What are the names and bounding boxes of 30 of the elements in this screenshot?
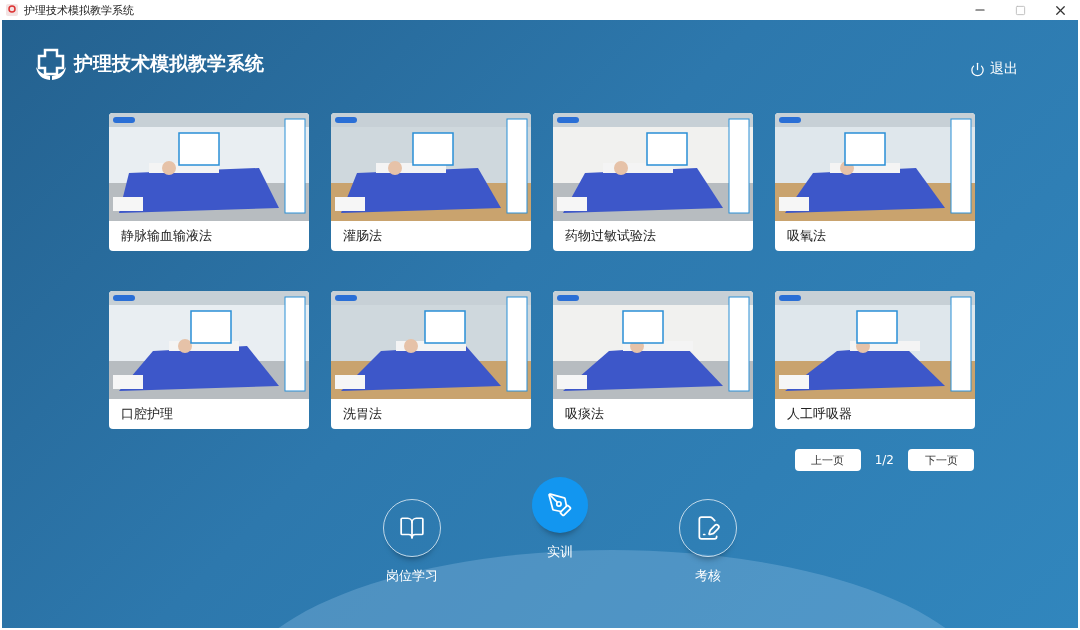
pen-nib-icon [547, 492, 573, 518]
card-title: 吸痰法 [564, 405, 605, 423]
app-icon [6, 4, 18, 16]
lesson-card[interactable]: 吸氧法 [775, 113, 975, 251]
window-title: 护理技术模拟教学系统 [24, 2, 135, 18]
lesson-card[interactable]: 洗胃法 [331, 291, 531, 429]
card-title: 灌肠法 [342, 227, 383, 245]
card-title: 口腔护理 [120, 405, 174, 423]
page-indicator: 1/2 [874, 453, 894, 467]
lesson-card[interactable]: 吸痰法 [553, 291, 753, 429]
lesson-card[interactable]: 静脉输血输液法 [109, 113, 309, 251]
lesson-card[interactable]: 灌肠法 [331, 113, 531, 251]
card-title: 洗胃法 [342, 405, 383, 423]
card-title: 吸氧法 [786, 227, 827, 245]
card-title: 药物过敏试验法 [564, 227, 657, 245]
logo-icon [34, 47, 68, 81]
book-icon [399, 515, 425, 541]
power-icon [970, 61, 985, 77]
lesson-card[interactable]: 口腔护理 [109, 291, 309, 429]
app-name: 护理技术模拟教学系统 [74, 51, 264, 76]
card-title: 人工呼吸器 [786, 405, 853, 423]
lesson-card[interactable]: 人工呼吸器 [775, 291, 975, 429]
lesson-card[interactable]: 药物过敏试验法 [553, 113, 753, 251]
logout-button[interactable]: 退出 [970, 60, 1018, 78]
nav-tab[interactable]: 实训 [522, 477, 598, 585]
prev-page-button[interactable]: 上一页 [794, 449, 861, 471]
card-title: 静脉输血输液法 [120, 227, 213, 245]
document-pen-icon [695, 515, 721, 541]
maximize-icon [1014, 4, 1026, 16]
next-page-button[interactable]: 下一页 [908, 449, 974, 471]
